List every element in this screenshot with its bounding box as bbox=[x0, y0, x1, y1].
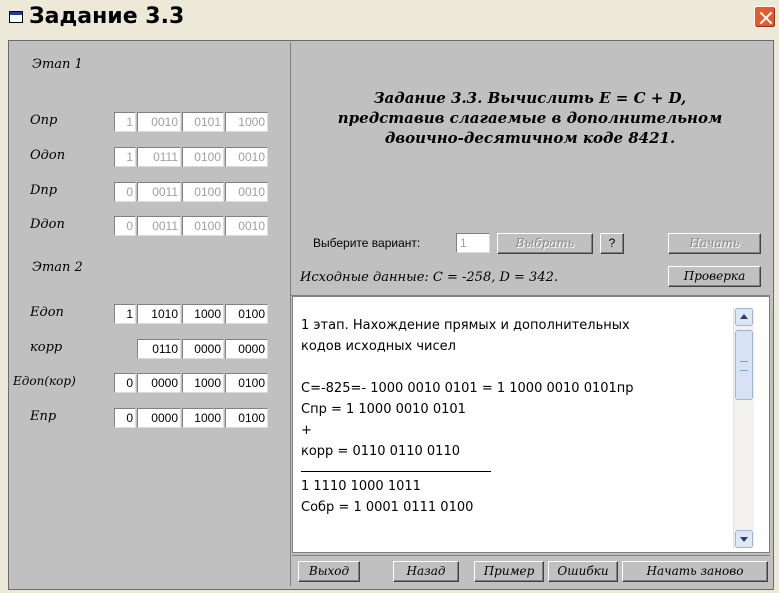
opr-tetrad-2[interactable]: 0101 bbox=[182, 112, 224, 132]
korr-tetrad-3[interactable]: 0000 bbox=[225, 339, 268, 359]
korr-tetrad-2[interactable]: 0000 bbox=[182, 339, 224, 359]
back-button[interactable]: Назад bbox=[393, 561, 459, 582]
epr-tetrad-2[interactable]: 1000 bbox=[182, 408, 224, 428]
dpr-tetrad-3[interactable]: 0010 bbox=[225, 182, 268, 202]
row-label-opr: Опр bbox=[30, 113, 58, 128]
opr-tetrad-3[interactable]: 1000 bbox=[225, 112, 268, 132]
choose-button[interactable]: Выбрать bbox=[497, 233, 593, 254]
help-button[interactable]: ? bbox=[600, 233, 624, 254]
dpr-sign-cell[interactable]: 0 bbox=[114, 182, 136, 202]
task-panel bbox=[291, 42, 770, 296]
check-button[interactable]: Проверка bbox=[668, 266, 761, 287]
log-text: 1 этап. Нахождение прямых и дополнительн… bbox=[301, 315, 731, 518]
ddop-sign-cell[interactable]: 0 bbox=[114, 216, 136, 236]
odop-tetrad-3[interactable]: 0010 bbox=[225, 147, 268, 167]
row-label-edop: Eдоп bbox=[30, 305, 64, 320]
close-button[interactable] bbox=[754, 6, 776, 28]
log-line: корр = 0110 0110 0110 bbox=[301, 444, 460, 459]
row-label-edop-kor: Eдоп(кор) bbox=[13, 374, 76, 388]
opr-sign-cell[interactable]: 1 bbox=[114, 112, 136, 132]
row-label-dpr: Dпр bbox=[30, 183, 58, 198]
log-line: 1 1110 1000 1011 bbox=[301, 479, 421, 494]
exit-button[interactable]: Выход bbox=[298, 561, 360, 582]
log-line: Собр = 1 0001 0111 0100 bbox=[301, 500, 474, 515]
stage2-label: Этап 2 bbox=[32, 260, 83, 275]
dpr-tetrad-1[interactable]: 0011 bbox=[137, 182, 181, 202]
start-button[interactable]: Начать bbox=[668, 233, 761, 254]
epr-tetrad-1[interactable]: 0000 bbox=[137, 408, 181, 428]
row-label-odop: Одоп bbox=[30, 148, 66, 163]
log-scrollbar[interactable] bbox=[733, 308, 754, 548]
log-line: С=-825=- 1000 0010 0101 = 1 1000 0010 01… bbox=[301, 381, 634, 396]
scroll-up-icon[interactable] bbox=[735, 308, 753, 326]
edop-tetrad-2[interactable]: 1000 bbox=[182, 304, 224, 324]
edopkor-sign-cell[interactable]: 0 bbox=[114, 373, 136, 393]
row-label-korr: корр bbox=[30, 340, 63, 355]
example-button[interactable]: Пример bbox=[474, 561, 544, 582]
task-statement: Задание 3.3. Вычислить E = C + D, предст… bbox=[296, 88, 764, 148]
grip-icon bbox=[740, 361, 748, 371]
korr-tetrad-1[interactable]: 0110 bbox=[137, 339, 181, 359]
variant-label: Выберите вариант: bbox=[313, 236, 421, 250]
task-line-3: двоично-десятичном коде 8421. bbox=[384, 129, 676, 147]
ddop-tetrad-3[interactable]: 0010 bbox=[225, 216, 268, 236]
scroll-thumb[interactable] bbox=[735, 330, 753, 400]
dpr-tetrad-2[interactable]: 0100 bbox=[182, 182, 224, 202]
odop-sign-cell[interactable]: 1 bbox=[114, 147, 136, 167]
log-line: + bbox=[301, 423, 312, 438]
log-textarea[interactable]: 1 этап. Нахождение прямых и дополнительн… bbox=[292, 296, 770, 553]
edop-tetrad-1[interactable]: 1010 bbox=[137, 304, 181, 324]
restart-button[interactable]: Начать заново bbox=[622, 561, 768, 582]
errors-button[interactable]: Ошибки bbox=[548, 561, 618, 582]
variant-input[interactable]: 1 bbox=[456, 233, 490, 253]
task-line-1: Задание 3.3. Вычислить E = C + D, bbox=[373, 89, 687, 107]
initial-data-label: Исходные данные: C = -258, D = 342. bbox=[300, 270, 559, 285]
ddop-tetrad-1[interactable]: 0011 bbox=[137, 216, 181, 236]
edopkor-tetrad-3[interactable]: 0100 bbox=[225, 373, 268, 393]
epr-tetrad-3[interactable]: 0100 bbox=[225, 408, 268, 428]
log-line: кодов исходных чисел bbox=[301, 339, 456, 354]
window-title: Задание 3.3 bbox=[29, 4, 185, 29]
opr-tetrad-1[interactable]: 0010 bbox=[137, 112, 181, 132]
edop-sign-cell[interactable]: 1 bbox=[114, 304, 136, 324]
odop-tetrad-1[interactable]: 0111 bbox=[137, 147, 181, 167]
window-icon bbox=[9, 11, 23, 23]
edopkor-tetrad-2[interactable]: 1000 bbox=[182, 373, 224, 393]
ddop-tetrad-2[interactable]: 0100 bbox=[182, 216, 224, 236]
task-line-2: представив слагаемые в дополнительном bbox=[337, 109, 723, 127]
epr-sign-cell[interactable]: 0 bbox=[114, 408, 136, 428]
odop-tetrad-2[interactable]: 0100 bbox=[182, 147, 224, 167]
scroll-down-icon[interactable] bbox=[735, 530, 753, 548]
log-line: Спр = 1 1000 0010 0101 bbox=[301, 402, 466, 417]
stage1-label: Этап 1 bbox=[32, 57, 83, 72]
edop-tetrad-3[interactable]: 0100 bbox=[225, 304, 268, 324]
edopkor-tetrad-1[interactable]: 0000 bbox=[137, 373, 181, 393]
row-label-ddop: Dдоп bbox=[30, 217, 65, 232]
title-bar: Задание 3.3 bbox=[0, 0, 779, 38]
log-line: 1 этап. Нахождение прямых и дополнительн… bbox=[301, 318, 630, 333]
log-sum-divider bbox=[301, 462, 491, 472]
row-label-epr: Eпр bbox=[30, 409, 57, 424]
